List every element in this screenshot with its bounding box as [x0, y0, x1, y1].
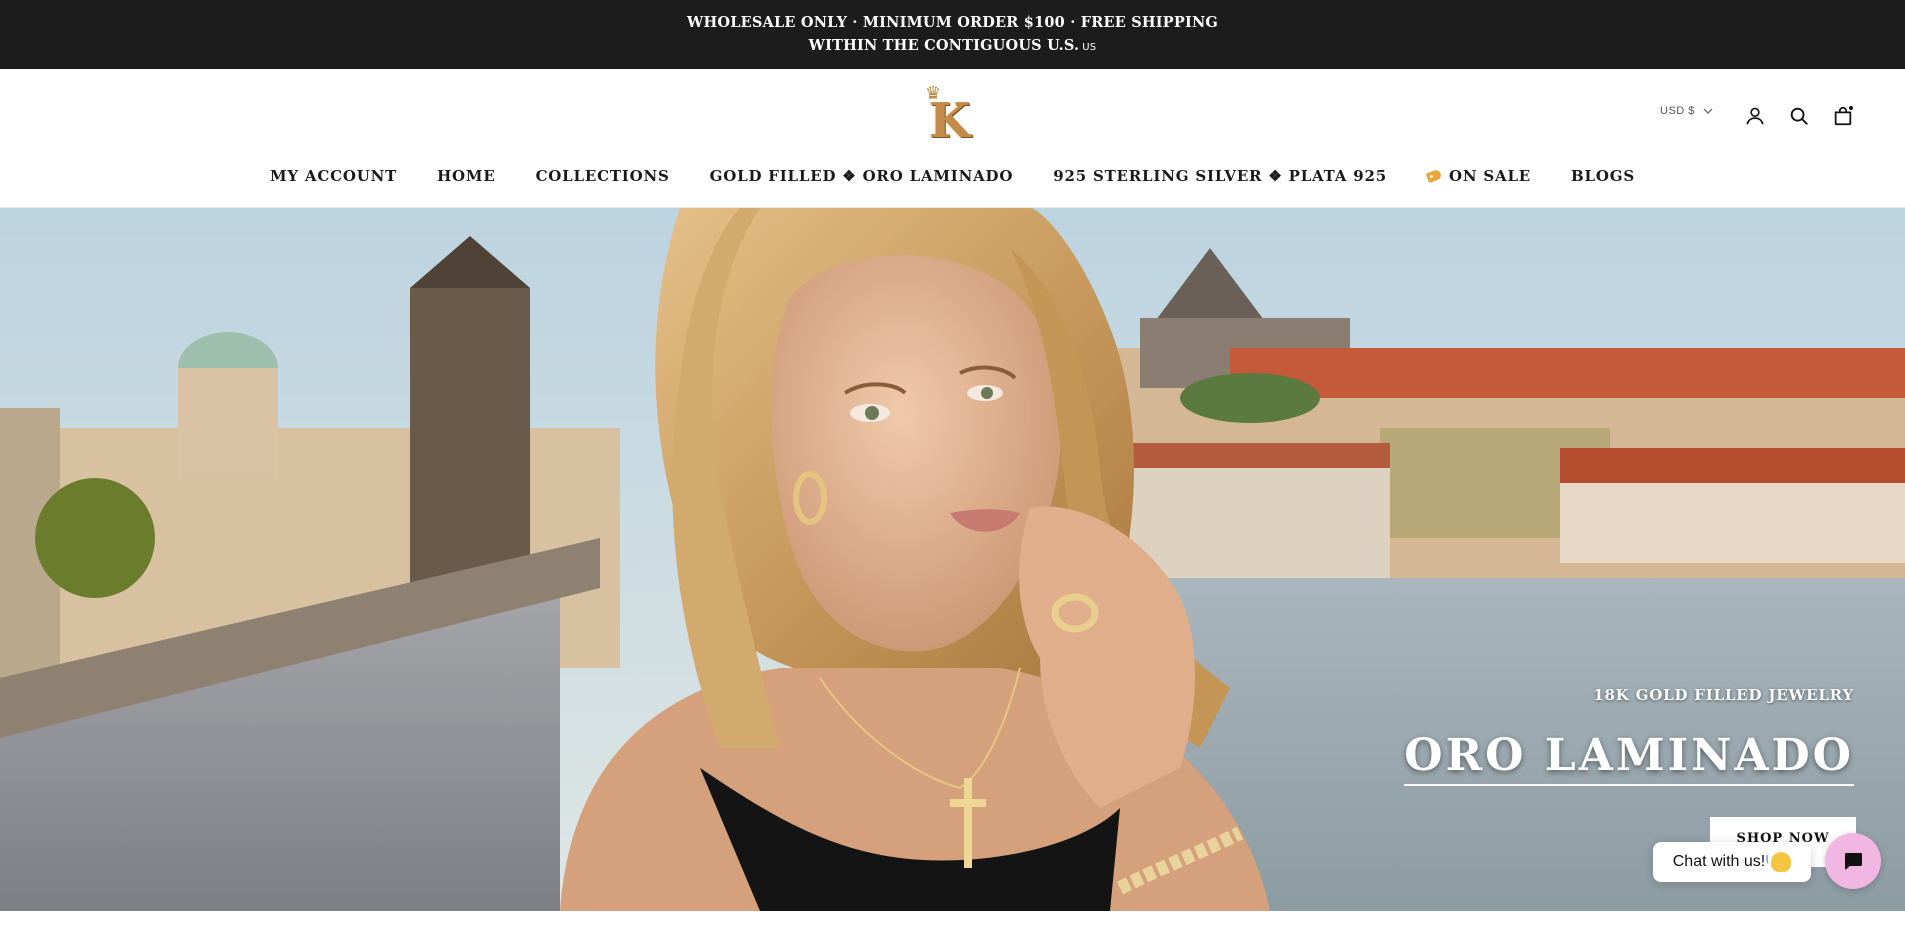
nav-label: BLOGS — [1571, 167, 1635, 185]
announcement-text: WHOLESALE ONLY · MINIMUM ORDER $100 · FR… — [673, 11, 1233, 59]
site-header: ♛ K USD $ MY ACCOUNT HOME COLLECTIONS GO… — [0, 69, 1905, 208]
nav-label: MY ACCOUNT — [270, 167, 398, 185]
account-icon — [1746, 107, 1764, 125]
tag-icon — [1425, 168, 1443, 184]
nav-home[interactable]: HOME — [417, 167, 515, 185]
nav-sterling-silver[interactable]: 925 STERLING SILVER ❖ PLATA 925 — [1033, 167, 1407, 185]
logo-letter: K — [929, 93, 971, 149]
nav-on-sale[interactable]: ON SALE — [1407, 167, 1551, 185]
nav-label: 925 STERLING SILVER ❖ PLATA 925 — [1053, 167, 1387, 185]
announcement-bar: WHOLESALE ONLY · MINIMUM ORDER $100 · FR… — [0, 0, 1905, 69]
currency-label: USD $ — [1660, 105, 1695, 117]
waving-hand-icon — [1766, 852, 1792, 872]
search-icon — [1790, 107, 1808, 125]
hero-subtitle: 18K GOLD FILLED JEWELRY — [1593, 686, 1854, 704]
nav-collections[interactable]: COLLECTIONS — [516, 167, 690, 185]
nav-label: COLLECTIONS — [535, 167, 670, 185]
search-button[interactable] — [1786, 103, 1812, 129]
cart-indicator-dot — [1848, 105, 1854, 111]
chat-prompt-text: Chat with us! — [1672, 853, 1766, 870]
account-button[interactable] — [1742, 103, 1768, 129]
announcement-suffix: US — [1082, 41, 1097, 53]
announcement-message: WHOLESALE ONLY · MINIMUM ORDER $100 · FR… — [687, 13, 1218, 54]
nav-label: ON SALE — [1448, 167, 1532, 185]
chevron-down-icon — [1703, 108, 1713, 114]
chat-prompt-bubble[interactable]: Chat with us! — [1653, 842, 1811, 882]
hero-banner: 18K GOLD FILLED JEWELRY ORO LAMINADO SHO… — [0, 208, 1905, 911]
nav-gold-filled[interactable]: GOLD FILLED ❖ ORO LAMINADO — [690, 167, 1034, 185]
main-navigation: MY ACCOUNT HOME COLLECTIONS GOLD FILLED … — [0, 167, 1905, 185]
nav-my-account[interactable]: MY ACCOUNT — [250, 167, 417, 185]
nav-blogs[interactable]: BLOGS — [1551, 167, 1655, 185]
nav-label: HOME — [437, 167, 496, 185]
currency-selector[interactable]: USD $ — [1660, 105, 1713, 117]
chat-icon — [1845, 853, 1862, 870]
hero-image — [0, 208, 1905, 911]
cart-button[interactable] — [1830, 103, 1856, 129]
hero-title: ORO LAMINADO — [1404, 730, 1854, 786]
chat-launcher-button[interactable] — [1825, 833, 1881, 889]
site-logo[interactable]: ♛ K — [923, 85, 981, 150]
nav-label: GOLD FILLED ❖ ORO LAMINADO — [709, 167, 1014, 185]
